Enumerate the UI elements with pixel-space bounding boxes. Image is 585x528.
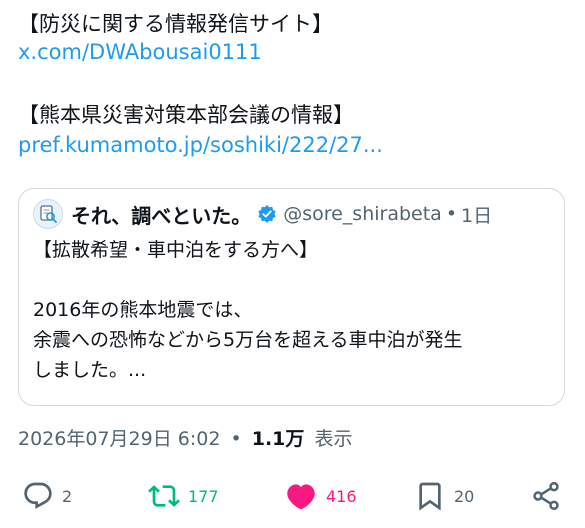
repost-icon xyxy=(148,485,180,507)
repost-count: 177 xyxy=(188,486,219,506)
post-meta: 2026年07月29日 6:02 • 1.1万 表示 xyxy=(18,424,352,451)
repost-button[interactable]: 177 xyxy=(148,478,219,514)
quoted-text-line-1: 【拡散希望・車中泊をする方へ】 xyxy=(33,239,319,261)
quoted-text-line-2: 2016年の熊本地震では、 xyxy=(33,299,253,321)
bookmark-button[interactable]: 20 xyxy=(414,478,474,514)
like-count: 416 xyxy=(326,486,357,506)
separator-dot: • xyxy=(230,428,242,450)
bookmark-icon xyxy=(419,482,441,511)
quoted-author-handle[interactable]: @sore_shirabeta xyxy=(283,203,442,225)
reply-button[interactable]: 2 xyxy=(22,478,72,514)
post-link-2[interactable]: pref.kumamoto.jp/soshiki/222/27... xyxy=(18,131,383,159)
post-text-line-2: 【熊本県災害対策本部会議の情報】 xyxy=(18,103,354,127)
magnifier-document-icon xyxy=(40,205,57,223)
avatar[interactable] xyxy=(33,199,63,229)
quoted-author-name[interactable]: それ、調べといた。 xyxy=(71,200,251,229)
quoted-post-header: それ、調べといた。 @sore_shirabeta • 1日 xyxy=(33,199,492,229)
quoted-text-line-3: 余震への恐怖などから5万台を超える車中泊が発生 xyxy=(33,329,463,351)
reply-icon xyxy=(24,482,52,509)
quoted-text-line-4: しました。... xyxy=(33,359,147,381)
bookmark-count: 20 xyxy=(454,486,475,506)
post-link-1[interactable]: x.com/DWAbousai0111 xyxy=(18,38,262,66)
separator-dot: • xyxy=(445,203,458,225)
quoted-post-time[interactable]: 1日 xyxy=(461,201,492,228)
share-button[interactable] xyxy=(530,478,562,514)
like-button[interactable]: 416 xyxy=(284,478,357,514)
action-bar: 2 177 416 20 xyxy=(0,478,585,514)
verified-badge-icon xyxy=(257,204,277,224)
reply-count: 2 xyxy=(62,486,73,506)
share-icon xyxy=(533,481,559,511)
post-datetime[interactable]: 2026年07月29日 6:02 xyxy=(18,428,220,450)
view-count: 1.1万 xyxy=(251,428,305,450)
heart-icon xyxy=(287,484,315,510)
post-text-line-1: 【防災に関する情報発信サイト】 xyxy=(18,12,333,36)
quoted-post[interactable]: それ、調べといた。 @sore_shirabeta • 1日 【拡散希望・車中泊… xyxy=(18,188,565,406)
view-count-label: 表示 xyxy=(314,428,353,450)
